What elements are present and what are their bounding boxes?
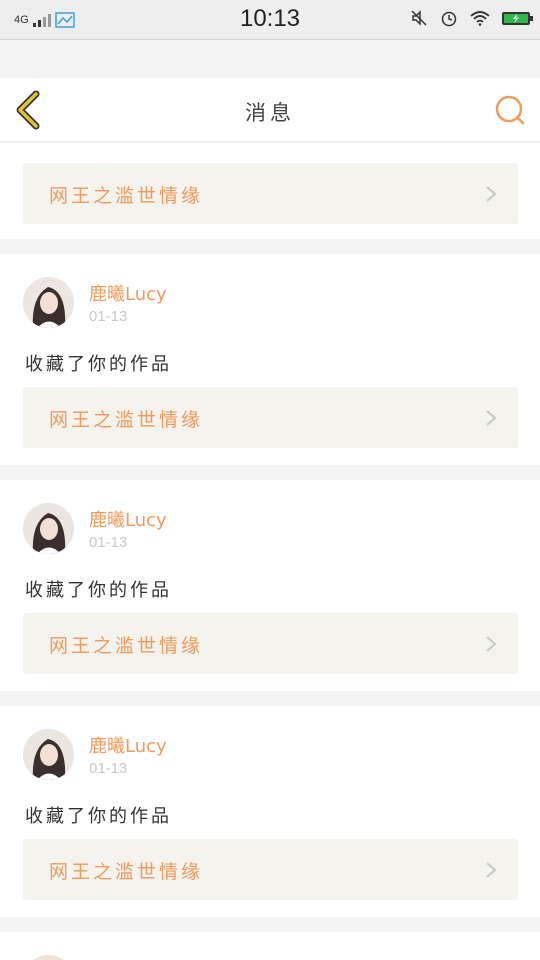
battery-icon	[502, 11, 533, 25]
chevron-right-icon	[486, 636, 497, 652]
user-name[interactable]: 鹿曦Lucy	[89, 732, 167, 758]
user-name[interactable]: 鹿曦Lucy	[89, 280, 167, 306]
divider	[0, 465, 540, 480]
status-right	[410, 9, 533, 27]
app-header: 消息	[0, 78, 540, 142]
message-card	[0, 932, 540, 960]
chevron-right-icon	[486, 862, 497, 878]
work-title: 网王之滥世情缘	[49, 185, 204, 207]
work-link[interactable]: 网王之滥世情缘	[23, 163, 518, 224]
wifi-icon	[470, 11, 490, 26]
chevron-right-icon	[486, 410, 497, 426]
status-bar: 4G 10:13	[0, 0, 540, 40]
work-title: 网王之滥世情缘	[49, 635, 204, 657]
work-link[interactable]: 网王之滥世情缘	[23, 839, 518, 900]
message-card: 鹿曦Lucy 01-13 收藏了你的作品 网王之滥世情缘	[0, 706, 540, 917]
message-card: 网王之滥世情缘	[0, 143, 540, 239]
work-link[interactable]: 网王之滥世情缘	[23, 387, 518, 448]
work-title: 网王之滥世情缘	[49, 861, 204, 883]
message-card: 鹿曦Lucy 01-13 收藏了你的作品 网王之滥世情缘	[0, 480, 540, 691]
divider	[0, 917, 540, 932]
avatar[interactable]	[23, 277, 74, 328]
message-date: 01-13	[89, 534, 128, 551]
divider	[0, 691, 540, 706]
message-action: 收藏了你的作品	[25, 580, 172, 601]
message-list: 网王之滥世情缘 鹿曦Lucy 01-13 收藏了你的作品 网王之滥世情缘 鹿曦L…	[0, 143, 540, 960]
user-name[interactable]: 鹿曦Lucy	[89, 506, 167, 532]
search-icon[interactable]	[492, 92, 528, 128]
message-date: 01-13	[89, 308, 128, 325]
work-link[interactable]: 网王之滥世情缘	[23, 613, 518, 674]
work-title: 网王之滥世情缘	[49, 409, 204, 431]
avatar[interactable]	[23, 503, 74, 554]
chevron-right-icon	[486, 186, 497, 202]
message-action: 收藏了你的作品	[25, 806, 172, 827]
top-spacer	[0, 40, 540, 78]
avatar[interactable]	[23, 955, 74, 960]
alarm-icon	[441, 11, 457, 27]
message-action: 收藏了你的作品	[25, 354, 172, 375]
avatar[interactable]	[23, 729, 74, 780]
page-title: 消息	[245, 101, 295, 125]
mute-icon	[411, 10, 427, 26]
message-date: 01-13	[89, 760, 128, 777]
divider	[0, 239, 540, 254]
message-card: 鹿曦Lucy 01-13 收藏了你的作品 网王之滥世情缘	[0, 254, 540, 465]
